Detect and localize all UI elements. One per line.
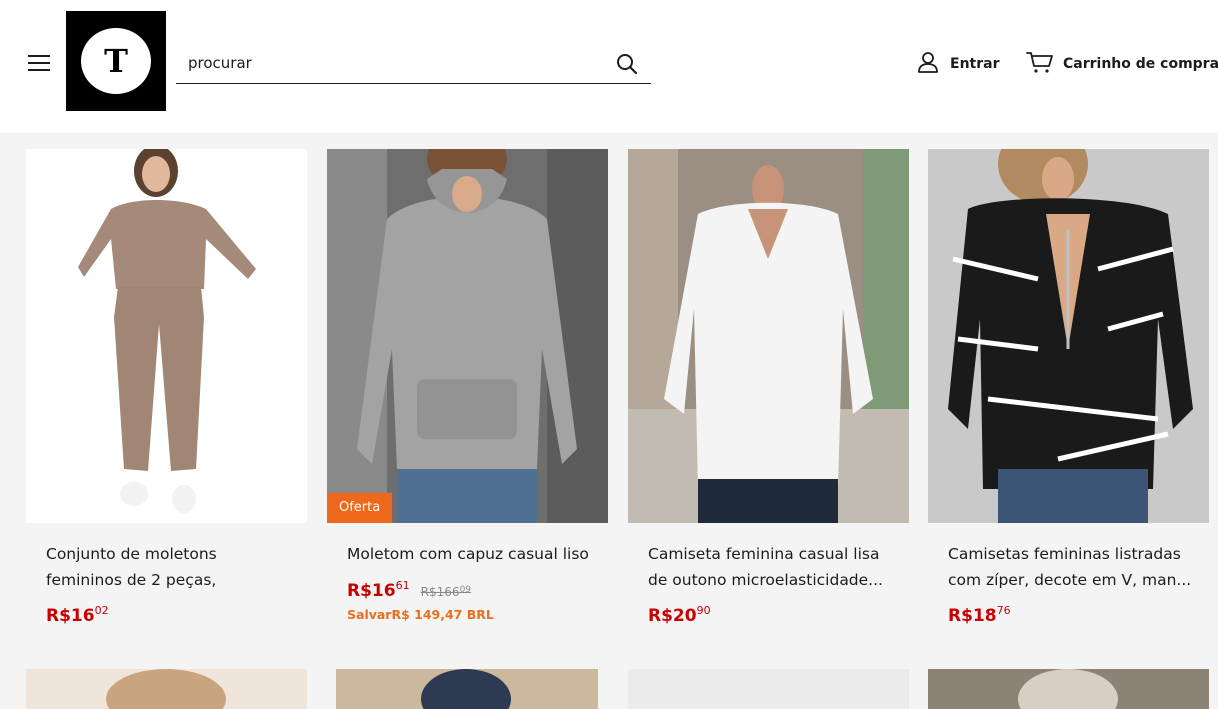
product-price: R$1602 [46, 604, 109, 626]
product-price: R$1876 [948, 604, 1011, 626]
price-main: R$16 [46, 606, 95, 626]
product-image[interactable] [336, 669, 598, 709]
price-cents: 61 [395, 579, 410, 592]
product-image[interactable] [26, 669, 307, 709]
product-title[interactable]: Camiseta feminina casual lisa de outono … [648, 541, 893, 593]
search-icon[interactable] [615, 52, 639, 76]
site-header: T Entrar Carrinho de compras [0, 0, 1218, 133]
old-price-main: R$166 [420, 585, 460, 599]
product-price: R$2090 [648, 604, 711, 626]
savings-text: SalvarR$ 149,47 BRL [347, 607, 494, 622]
price-cents: 76 [996, 604, 1011, 617]
price-main: R$20 [648, 606, 697, 626]
cart-label: Carrinho de compras [1063, 56, 1218, 72]
search-input[interactable] [176, 44, 596, 82]
price-main: R$16 [347, 581, 396, 601]
search-bar [176, 44, 651, 84]
product-image[interactable] [928, 669, 1209, 709]
logo-letter: T [104, 42, 128, 80]
price-main: R$18 [948, 606, 997, 626]
product-image[interactable] [928, 149, 1209, 523]
account-link[interactable]: Entrar [916, 50, 999, 78]
store-logo[interactable]: T [66, 11, 166, 111]
account-label: Entrar [950, 56, 1000, 72]
hamburger-menu-icon[interactable] [26, 50, 54, 76]
product-image[interactable] [628, 669, 909, 709]
cart-icon [1026, 50, 1054, 78]
sale-badge: Oferta [327, 493, 393, 523]
user-icon [916, 50, 940, 78]
compare-at-price: R$16609 [421, 585, 471, 599]
product-image[interactable]: Oferta [327, 149, 608, 523]
old-price-cents: 09 [459, 585, 472, 595]
price-cents: 02 [94, 604, 109, 617]
price-cents: 90 [696, 604, 711, 617]
product-image[interactable] [26, 149, 307, 523]
logo-circle: T [81, 28, 151, 94]
product-title[interactable]: Camisetas femininas listradas com zíper,… [948, 541, 1193, 593]
product-image[interactable] [628, 149, 909, 523]
product-title[interactable]: Conjunto de moletons femininos de 2 peça… [46, 541, 291, 593]
cart-link[interactable]: Carrinho de compras [1026, 50, 1218, 78]
product-price: R$1661 R$16609 [347, 579, 471, 601]
